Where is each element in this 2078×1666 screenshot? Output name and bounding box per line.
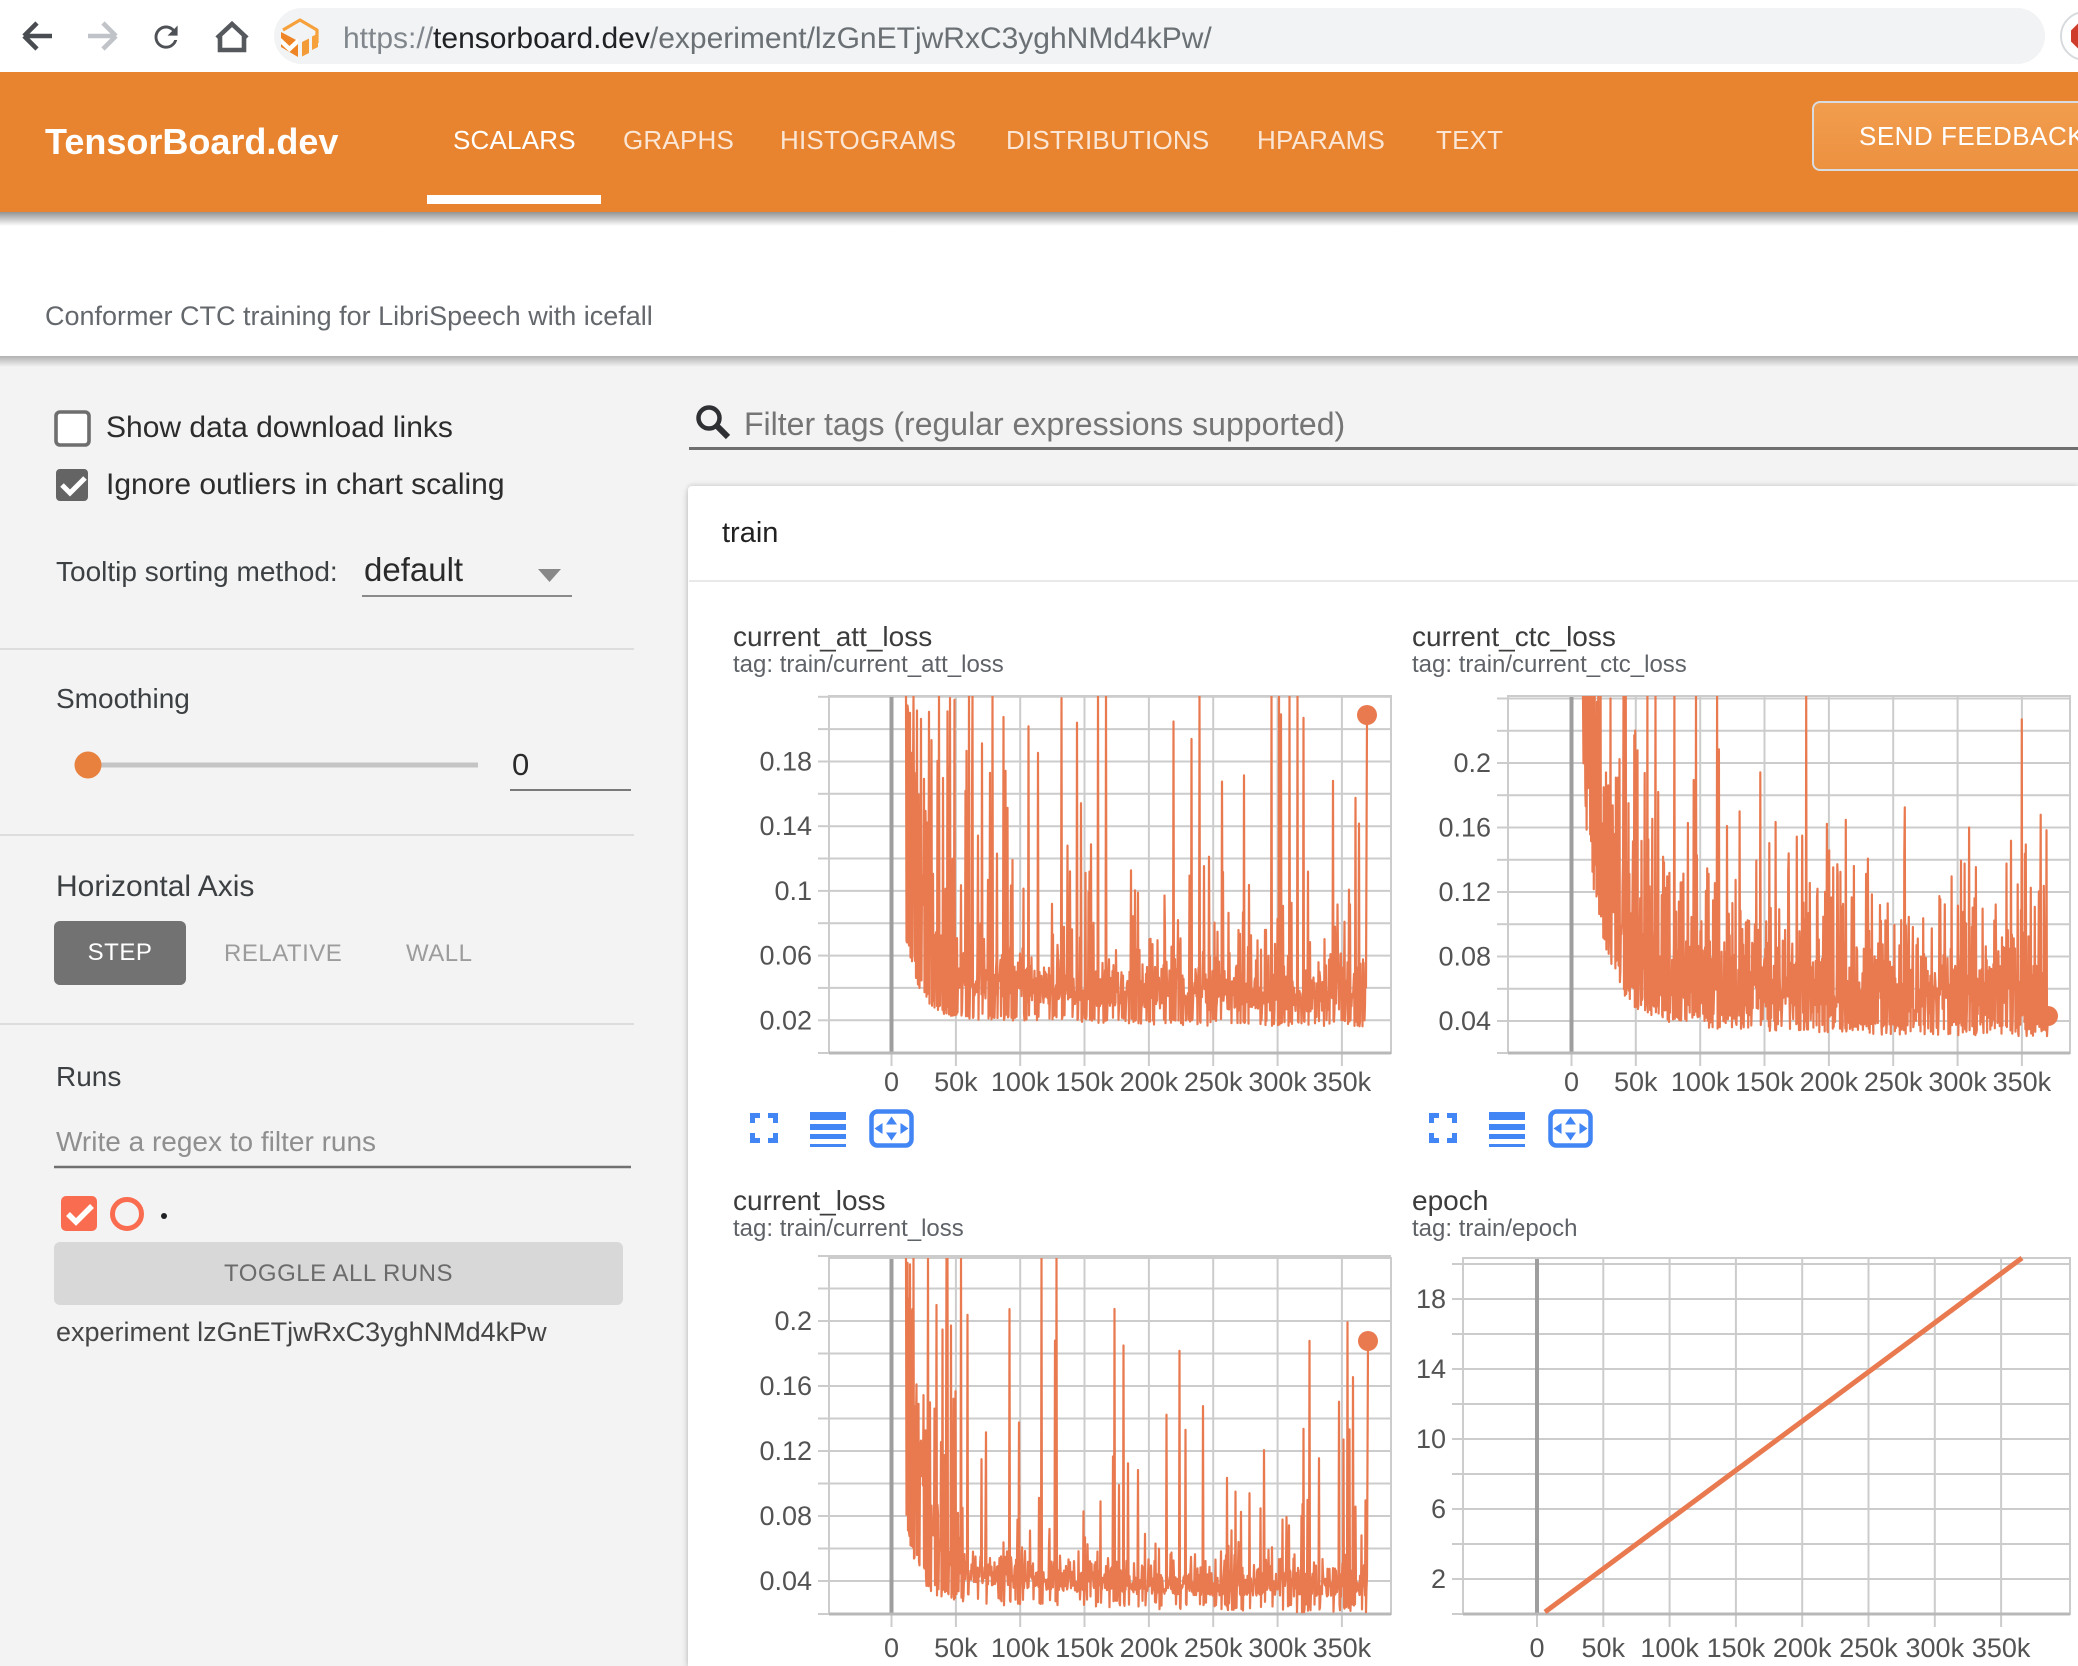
svg-text:150k: 150k: [1055, 1633, 1114, 1663]
svg-text:100k: 100k: [1671, 1067, 1730, 1097]
svg-text:0.18: 0.18: [759, 747, 812, 777]
svg-text:150k: 150k: [1707, 1633, 1766, 1663]
svg-text:0.14: 0.14: [759, 811, 812, 841]
svg-text:200k: 200k: [1773, 1633, 1832, 1663]
svg-text:50k: 50k: [934, 1633, 978, 1663]
svg-text:50k: 50k: [1614, 1067, 1658, 1097]
svg-text:0: 0: [884, 1633, 899, 1663]
svg-text:100k: 100k: [1640, 1633, 1699, 1663]
svg-text:250k: 250k: [1839, 1633, 1898, 1663]
svg-text:2: 2: [1431, 1564, 1446, 1594]
svg-text:200k: 200k: [1120, 1067, 1179, 1097]
svg-text:0.06: 0.06: [759, 941, 812, 971]
svg-text:250k: 250k: [1864, 1067, 1923, 1097]
svg-text:18: 18: [1416, 1284, 1446, 1314]
svg-text:350k: 350k: [1313, 1067, 1372, 1097]
svg-text:0.08: 0.08: [1438, 942, 1491, 972]
svg-text:0.12: 0.12: [759, 1436, 812, 1466]
svg-text:14: 14: [1416, 1354, 1446, 1384]
svg-text:350k: 350k: [1993, 1067, 2052, 1097]
svg-text:150k: 150k: [1735, 1067, 1794, 1097]
svg-text:350k: 350k: [1313, 1633, 1372, 1663]
svg-text:0.16: 0.16: [1438, 813, 1491, 843]
svg-text:10: 10: [1416, 1424, 1446, 1454]
svg-text:300k: 300k: [1248, 1633, 1307, 1663]
svg-text:0.08: 0.08: [759, 1501, 812, 1531]
svg-text:0: 0: [1529, 1633, 1544, 1663]
svg-text:300k: 300k: [1248, 1067, 1307, 1097]
svg-text:300k: 300k: [1928, 1067, 1987, 1097]
svg-text:6: 6: [1431, 1494, 1446, 1524]
svg-text:250k: 250k: [1184, 1633, 1243, 1663]
svg-text:50k: 50k: [1582, 1633, 1626, 1663]
svg-text:0.02: 0.02: [759, 1005, 812, 1035]
svg-text:0.2: 0.2: [774, 1306, 812, 1336]
svg-text:100k: 100k: [991, 1067, 1050, 1097]
svg-text:0.04: 0.04: [1438, 1006, 1491, 1036]
svg-text:0: 0: [1564, 1067, 1579, 1097]
svg-text:350k: 350k: [1972, 1633, 2031, 1663]
svg-text:200k: 200k: [1800, 1067, 1859, 1097]
svg-text:0.2: 0.2: [1453, 748, 1491, 778]
svg-text:0.12: 0.12: [1438, 877, 1491, 907]
svg-text:150k: 150k: [1055, 1067, 1114, 1097]
svg-text:100k: 100k: [991, 1633, 1050, 1663]
svg-text:0: 0: [884, 1067, 899, 1097]
svg-text:250k: 250k: [1184, 1067, 1243, 1097]
svg-text:0.04: 0.04: [759, 1566, 812, 1596]
svg-text:200k: 200k: [1120, 1633, 1179, 1663]
svg-text:50k: 50k: [934, 1067, 978, 1097]
svg-text:0.1: 0.1: [774, 876, 812, 906]
svg-text:300k: 300k: [1906, 1633, 1965, 1663]
svg-text:0.16: 0.16: [759, 1371, 812, 1401]
